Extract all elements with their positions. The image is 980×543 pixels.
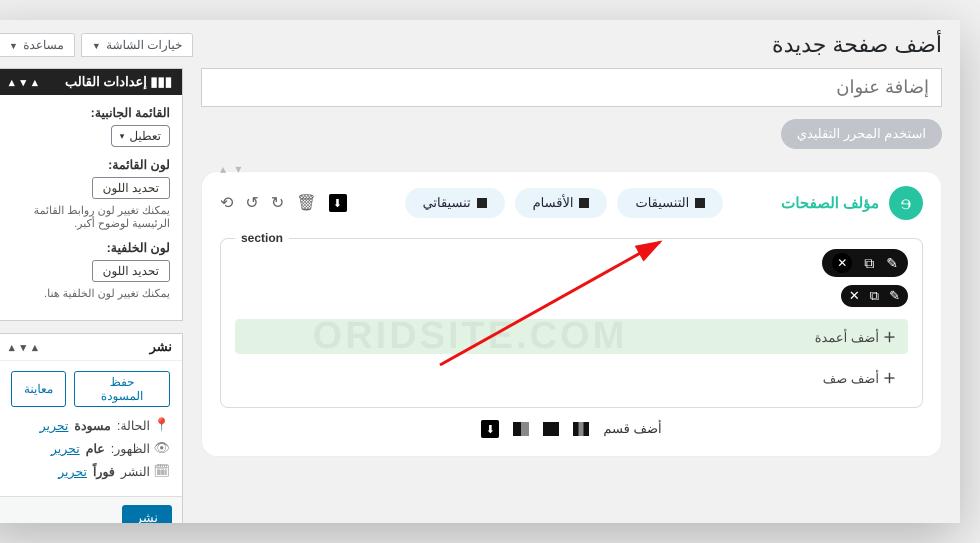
composer-collapse-icons[interactable]: ▾ ▴ <box>220 162 244 176</box>
bg-color-hint: يمكنك تغيير لون الخلفية هنا. <box>11 287 170 300</box>
help-tab[interactable]: مساعدة ▼ <box>0 33 75 57</box>
load-section-icon[interactable]: ⬇ <box>481 420 499 438</box>
preview-button[interactable]: معاينة <box>11 371 66 407</box>
section-legend: section <box>235 231 289 245</box>
grid-icon <box>579 198 589 208</box>
collapse-icon[interactable]: ▴ <box>9 341 15 354</box>
section-toolbar: ✎ ⧉ ✕ <box>822 249 908 277</box>
publish-button[interactable]: نشر <box>122 505 172 523</box>
layout-half-icon[interactable] <box>513 422 529 436</box>
theme-box-title: ▮▮▮ إعدادات القالب <box>65 74 172 90</box>
composer-logo-icon: ℮ <box>889 186 923 220</box>
move-up-icon[interactable]: ▴ <box>32 76 38 89</box>
schedule-value: فوراً <box>93 464 115 479</box>
help-label: مساعدة <box>23 38 64 52</box>
visibility-line: 👁 الظهور: عام تحرير <box>11 440 170 456</box>
plus-icon: ＋ <box>883 371 896 386</box>
row-toolbar: ✎ ⧉ ✕ <box>841 285 908 307</box>
screen-options-tab[interactable]: خيارات الشاشة ▼ <box>81 33 194 57</box>
add-columns-slot[interactable]: ＋ أضف أعمدة <box>235 319 908 354</box>
publish-box: نشر ▴ ▾ ▴ حفظ المسودة معاينة 📍 الحالة: مسو… <box>0 333 183 523</box>
move-down-icon[interactable]: ▾ <box>21 76 27 89</box>
grid-icon <box>477 198 487 208</box>
bg-color-label: لون الخلفية: <box>11 240 170 255</box>
move-down-icon[interactable]: ▾ <box>21 341 27 354</box>
add-section-row: أضف قسم ⬇ <box>220 420 923 438</box>
page-title: أضف صفحة جديدة <box>772 32 942 58</box>
menu-color-label: لون القائمة: <box>11 157 170 172</box>
save-icon[interactable]: ⬇ <box>329 194 347 212</box>
save-draft-button[interactable]: حفظ المسودة <box>74 371 170 407</box>
pin-icon: 📍 <box>156 417 170 433</box>
history-icon[interactable]: ⟲ <box>220 193 233 213</box>
layouts-label: التنسيقات <box>635 195 689 211</box>
publish-box-title: نشر <box>150 339 172 355</box>
trash-icon[interactable]: 🗑 <box>296 193 316 213</box>
collapse-icon[interactable]: ▴ <box>9 76 15 89</box>
composer-utils: ⬇ 🗑 ↻ ↺ ⟲ <box>220 193 347 213</box>
layout-full-icon[interactable] <box>543 422 559 436</box>
menu-color-button[interactable]: تحديد اللون <box>92 177 170 199</box>
status-value: مسودة <box>74 418 110 433</box>
theme-settings-box: ▮▮▮ إعدادات القالب ▴ ▾ ▴ القائمة الجانبية:… <box>0 68 183 321</box>
layout-thirds-icon[interactable] <box>573 422 589 436</box>
caret-down-icon: ▼ <box>9 41 18 51</box>
edit-icon[interactable]: ✎ <box>886 255 898 272</box>
calendar-icon: 🗓 <box>156 463 170 479</box>
title-input[interactable] <box>201 68 942 107</box>
close-icon[interactable]: ✕ <box>832 253 852 273</box>
sidebar-select[interactable]: تعطيل ▾ <box>111 125 170 147</box>
move-up-icon[interactable]: ▴ <box>32 341 38 354</box>
add-columns-label: أضف أعمدة <box>815 330 879 345</box>
eye-icon: 👁 <box>156 440 170 456</box>
status-edit-link[interactable]: تحرير <box>40 418 69 433</box>
edit-icon[interactable]: ✎ <box>889 288 900 304</box>
composer-brand: ℮ مؤلف الصفحات <box>781 186 923 220</box>
sidebar-label: القائمة الجانبية: <box>11 105 170 120</box>
visibility-value: عام <box>86 441 105 456</box>
section-container: section ✎ ⧉ ✕ ✎ ⧉ ✕ ＋أضف أعمدة ＋أضف صف <box>220 238 923 408</box>
sections-pill[interactable]: الأقسام <box>515 188 608 218</box>
visibility-edit-link[interactable]: تحرير <box>51 441 80 456</box>
sections-label: الأقسام <box>533 195 574 211</box>
redo-icon[interactable]: ↻ <box>271 193 284 213</box>
my-layouts-pill[interactable]: تنسيقاتي <box>405 188 505 218</box>
top-tabs: خيارات الشاشة ▼ مساعدة ▼ <box>0 33 193 57</box>
composer-brand-text: مؤلف الصفحات <box>781 194 879 212</box>
menu-color-hint: يمكنك تغيير لون روابط القائمة الرئيسية ل… <box>11 204 170 230</box>
caret-down-icon: ▼ <box>92 41 101 51</box>
clone-icon[interactable]: ⧉ <box>870 288 879 304</box>
close-icon[interactable]: ✕ <box>849 288 860 304</box>
bg-color-button[interactable]: تحديد اللون <box>92 260 170 282</box>
plus-icon: ＋ <box>883 330 896 345</box>
add-section-label[interactable]: أضف قسم <box>603 421 661 437</box>
sidebar-select-value: تعطيل <box>129 129 161 143</box>
layouts-pill[interactable]: التنسيقات <box>617 188 723 218</box>
clone-icon[interactable]: ⧉ <box>864 255 874 272</box>
add-row-slot[interactable]: ＋ أضف صف <box>235 362 908 393</box>
status-line: 📍 الحالة: مسودة تحرير <box>11 417 170 433</box>
undo-icon[interactable]: ↺ <box>245 193 258 213</box>
page-composer: ▾ ▴ ℮ مؤلف الصفحات التنسيقات الأقسام تنس… <box>201 171 942 457</box>
chevron-down-icon: ▾ <box>120 131 125 142</box>
classic-editor-button[interactable]: استخدم المحرر التقليدي <box>781 119 942 149</box>
add-row-label: أضف صف <box>823 371 879 386</box>
grid-icon <box>695 198 705 208</box>
screen-options-label: خيارات الشاشة <box>106 38 182 52</box>
my-layouts-label: تنسيقاتي <box>423 195 471 211</box>
schedule-edit-link[interactable]: تحرير <box>58 464 87 479</box>
schedule-line: 🗓 النشر فوراً تحرير <box>11 463 170 479</box>
